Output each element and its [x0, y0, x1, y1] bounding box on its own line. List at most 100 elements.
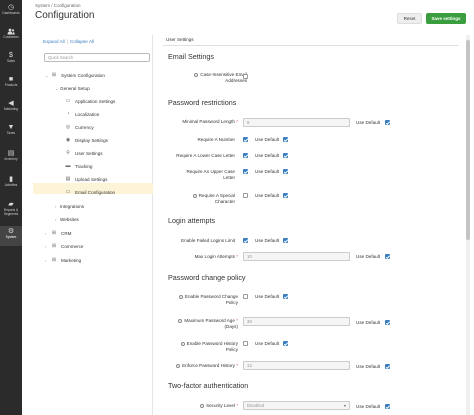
- use-default-label: Use Default: [356, 254, 381, 259]
- sales-icon: $: [9, 52, 13, 59]
- tree-item-email-configuration[interactable]: ▭ Email Configuration: [64, 187, 115, 197]
- tree-item-upload-settings[interactable]: ▤ Upload Settings: [64, 174, 108, 184]
- require-upper-case-checkbox[interactable]: [243, 169, 248, 174]
- max-password-age-label: Maximum Password Age * (Days): [163, 318, 238, 330]
- collapse-all-link[interactable]: Collapse All: [70, 39, 94, 44]
- save-settings-button[interactable]: Save settings: [426, 13, 466, 24]
- activities-icon: ▮: [9, 176, 13, 183]
- info-icon: [192, 193, 197, 198]
- nav-item-customers[interactable]: Customers: [0, 26, 22, 43]
- main-navigation: ◷ Dashboards Customers $ Sales ■ Product…: [0, 0, 22, 415]
- label-line: Require An Upper Case: [186, 169, 235, 174]
- case-insensitive-email-checkbox[interactable]: [243, 74, 248, 79]
- label-text: Enforce Password History: [182, 363, 235, 368]
- tree-item-system-configuration[interactable]: ⌄ ⊞ System Configuration: [45, 70, 105, 80]
- use-default-checkbox[interactable]: [283, 137, 288, 142]
- nav-label: Sales: [7, 59, 15, 63]
- enforce-password-history-input[interactable]: 12: [243, 361, 350, 370]
- require-lower-case-checkbox[interactable]: [243, 153, 248, 158]
- eye-icon: ◉: [65, 137, 71, 143]
- tree-item-websites[interactable]: › Websites: [55, 214, 79, 224]
- tree-item-label: Websites: [60, 216, 79, 222]
- use-default-checkbox[interactable]: [283, 294, 288, 299]
- nav-item-marketing[interactable]: ◀ Marketing: [0, 98, 22, 115]
- max-login-attempts-input[interactable]: 10: [243, 252, 350, 261]
- nav-item-activities[interactable]: ▮ Activities: [0, 174, 22, 191]
- use-default-checkbox[interactable]: [385, 120, 390, 125]
- label-line: Require A Special: [198, 193, 235, 198]
- enable-password-history-checkbox[interactable]: [243, 341, 248, 346]
- tree-item-crm[interactable]: › ⊞ CRM: [45, 228, 71, 238]
- enforce-password-history-label: Enforce Password History *: [163, 363, 238, 369]
- nav-item-inventory[interactable]: ▤ Inventory: [0, 148, 22, 165]
- failed-logins-limit-checkbox[interactable]: [243, 238, 248, 243]
- nav-item-dashboards[interactable]: ◷ Dashboards: [0, 2, 22, 19]
- tree-item-label: General Setup: [60, 85, 90, 91]
- use-default-checkbox[interactable]: [385, 320, 390, 325]
- nav-item-reports[interactable]: ▰ Reports & Segments: [0, 199, 22, 221]
- reports-icon: ▰: [8, 201, 14, 208]
- label-line: Policy: [225, 347, 238, 352]
- use-default-checkbox[interactable]: [385, 404, 390, 409]
- require-special-character-checkbox[interactable]: [243, 193, 248, 198]
- nav-item-system[interactable]: ⚙ System: [0, 226, 22, 246]
- max-password-age-input[interactable]: 30: [243, 317, 350, 326]
- nav-item-taxes[interactable]: ▼ Taxes: [0, 122, 22, 139]
- scrollbar[interactable]: [466, 35, 470, 415]
- min-password-length-label: Minimal Password Length *: [163, 119, 238, 125]
- tree-item-currency[interactable]: ◎ Currency: [64, 122, 94, 132]
- tree-item-commerce[interactable]: › ⊞ Commerce: [45, 241, 83, 251]
- require-number-label: Require A Number: [197, 137, 235, 142]
- security-level-select[interactable]: Disabled ▾: [243, 401, 350, 410]
- use-default-checkbox[interactable]: [385, 254, 390, 259]
- quick-search-input[interactable]: Quick Search: [44, 53, 150, 62]
- min-password-length-input[interactable]: 8: [243, 118, 350, 127]
- info-icon: [194, 72, 199, 77]
- expand-all-link[interactable]: Expand All: [43, 39, 65, 44]
- use-default-checkbox[interactable]: [283, 341, 288, 346]
- tree-item-label: Integrations: [60, 203, 85, 209]
- label-line: Letter: [223, 175, 235, 180]
- tree-item-marketing[interactable]: › ⊞ Marketing: [45, 255, 81, 265]
- inventory-icon: ▤: [7, 150, 15, 157]
- info-icon: [176, 363, 181, 368]
- nav-label: Reports & Segments: [3, 208, 19, 216]
- required-marker: *: [236, 363, 238, 368]
- case-insensitive-email-label: Case-Insensitive Email Addresses: [172, 72, 247, 84]
- tree-item-integrations[interactable]: › Integrations: [55, 201, 84, 211]
- use-default-checkbox[interactable]: [283, 238, 288, 243]
- label-line: Policy: [225, 300, 238, 305]
- tree-item-user-settings[interactable]: ⚲ User Settings: [64, 148, 102, 158]
- nav-item-products[interactable]: ■ Products: [0, 74, 22, 91]
- label-line: (Days): [224, 324, 238, 329]
- tree-item-localization[interactable]: ◔ Localization: [64, 109, 99, 119]
- require-number-checkbox[interactable]: [243, 137, 248, 142]
- use-default-checkbox[interactable]: [283, 153, 288, 158]
- label-text: Max Login Attempts: [194, 254, 235, 259]
- label-line: Maximum Password Age: [184, 318, 235, 323]
- tree-item-display-settings[interactable]: ◉ Display Settings: [64, 135, 108, 145]
- required-marker: *: [236, 119, 238, 124]
- tree-item-application-settings[interactable]: ▭ Application Settings: [64, 96, 116, 106]
- select-value: Disabled: [247, 403, 265, 408]
- tree-item-label: Localization: [75, 111, 100, 117]
- failed-logins-limit-label: Enable Failed Logins Limit: [181, 238, 235, 243]
- label-text: Security Level: [206, 403, 235, 408]
- reset-button[interactable]: Reset: [397, 13, 422, 24]
- label-line: Character: [214, 199, 235, 204]
- info-icon: [178, 318, 183, 323]
- nav-item-sales[interactable]: $ Sales: [0, 50, 22, 67]
- enable-password-change-checkbox[interactable]: [243, 294, 248, 299]
- divider: [163, 45, 459, 46]
- nav-label: Products: [4, 83, 18, 87]
- section-login-attempts: Login attempts: [168, 216, 216, 225]
- use-default-checkbox[interactable]: [283, 169, 288, 174]
- tree-item-general-setup[interactable]: ⌄ General Setup: [55, 83, 90, 93]
- info-icon: [200, 403, 205, 408]
- use-default-checkbox[interactable]: [283, 193, 288, 198]
- page-title: Configuration: [35, 10, 95, 21]
- scrollbar-thumb[interactable]: [466, 40, 470, 240]
- tree-item-tracking[interactable]: ▬ Tracking: [64, 161, 93, 171]
- folder-icon: ⊞: [51, 72, 57, 78]
- use-default-checkbox[interactable]: [385, 364, 390, 369]
